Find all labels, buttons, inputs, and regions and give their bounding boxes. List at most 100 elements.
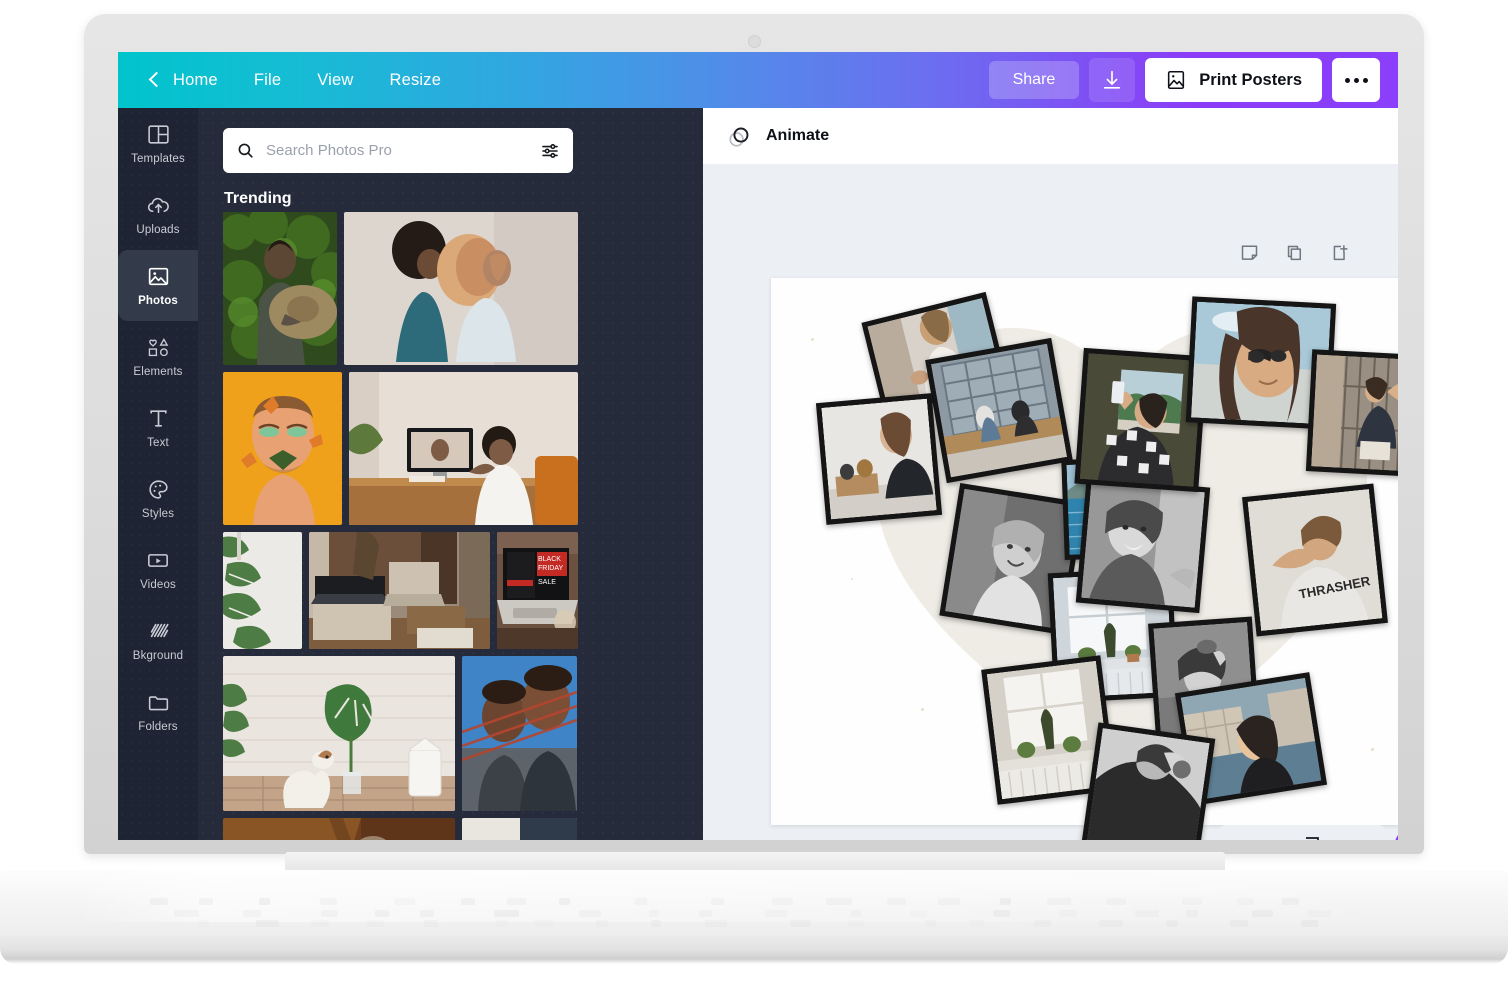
- photo-grid-row: [223, 656, 578, 811]
- sidebar-label-photos: Photos: [138, 295, 178, 307]
- canvas-tools: [1239, 242, 1350, 268]
- search-icon: [238, 143, 253, 158]
- shapes-icon: [148, 338, 168, 357]
- svg-text:BLACK: BLACK: [538, 556, 561, 563]
- animate-circles-icon: [729, 127, 749, 147]
- animate-toolbar: Animate: [703, 108, 1398, 164]
- page-stack-icon: [1305, 837, 1319, 840]
- heart-photo-collage[interactable]: THRASHER: [811, 291, 1398, 840]
- collage-photo[interactable]: [925, 337, 1073, 484]
- duplicate-page-button[interactable]: [1284, 242, 1305, 268]
- canva-editor-screen: Home File View Resize Share Print Poster…: [118, 52, 1398, 840]
- zoom-level[interactable]: 100%: [1241, 840, 1279, 841]
- menu-item-file[interactable]: File: [236, 65, 299, 96]
- photo-grid-row: [223, 212, 578, 365]
- sliders-filter-icon[interactable]: [540, 141, 560, 161]
- laptop-deck: [0, 870, 1508, 940]
- keyboard-keys: [140, 892, 1380, 930]
- sidebar-label-styles: Styles: [141, 508, 175, 520]
- sidebar-label-elements: Elements: [133, 366, 183, 378]
- collage-photo[interactable]: [1305, 349, 1398, 477]
- sidebar-label-videos: Videos: [140, 579, 176, 591]
- templates-icon: [147, 125, 169, 144]
- sidebar-label-bkground: Bkground: [132, 650, 184, 662]
- home-button[interactable]: Home: [145, 65, 236, 96]
- folder-icon: [148, 696, 168, 711]
- search-input[interactable]: [266, 142, 540, 159]
- laptop-front-edge: [0, 936, 1508, 964]
- sidebar-label-text: Text: [147, 437, 169, 449]
- download-icon: [1104, 70, 1121, 89]
- cloud-upload-icon: [147, 197, 169, 214]
- collage-photo[interactable]: [1080, 722, 1216, 840]
- photo-thumbnail[interactable]: BLACK FRIDAY SALE: [497, 532, 578, 649]
- notes-icon: [1241, 245, 1258, 260]
- top-menu-bar: Home File View Resize Share Print Poster…: [118, 52, 1398, 108]
- photo-thumbnail[interactable]: [309, 532, 490, 649]
- panel-heading: Trending: [224, 190, 292, 207]
- home-label: Home: [173, 70, 218, 89]
- top-menu-left: Home File View Resize: [118, 65, 459, 96]
- sidebar-item-folders[interactable]: Folders: [118, 676, 198, 747]
- photo-thumbnail[interactable]: [462, 818, 577, 840]
- photo-thumbnail[interactable]: [223, 532, 302, 649]
- more-options-button[interactable]: [1332, 58, 1380, 102]
- share-button[interactable]: Share: [988, 61, 1080, 99]
- top-menu-right: Share Print Posters: [988, 58, 1398, 102]
- zoom-controls: 100% 1: [1218, 825, 1386, 840]
- editor-area: Animate THRASHER: [703, 108, 1398, 840]
- collage-photo[interactable]: [815, 393, 943, 525]
- photo-thumbnail[interactable]: [223, 818, 455, 840]
- left-icon-rail: Templates Uploads Photos Elements Text S…: [118, 108, 198, 840]
- sidebar-item-templates[interactable]: Templates: [118, 108, 198, 179]
- sidebar-label-templates: Templates: [131, 153, 185, 165]
- menu-item-view[interactable]: View: [299, 65, 371, 96]
- export-page-icon: [1333, 245, 1348, 261]
- page-count-button[interactable]: 1: [1297, 835, 1325, 840]
- text-t-icon: [149, 410, 167, 427]
- expand-arrows-icon[interactable]: [1342, 838, 1363, 841]
- laptop-base: [0, 852, 1508, 964]
- photo-thumbnail[interactable]: [349, 372, 578, 525]
- menu-item-resize[interactable]: Resize: [371, 65, 459, 96]
- notes-button[interactable]: [1239, 242, 1260, 268]
- duplicate-page-icon: [1287, 245, 1302, 261]
- photo-thumbnail[interactable]: [223, 212, 337, 365]
- palette-icon: [148, 480, 168, 499]
- sidebar-item-elements[interactable]: Elements: [118, 321, 198, 392]
- design-canvas[interactable]: THRASHER: [771, 278, 1398, 840]
- photo-thumbnail[interactable]: [223, 372, 342, 525]
- laptop-mockup-scene: Home File View Resize Share Print Poster…: [0, 0, 1508, 986]
- image-placeholder-icon: [1168, 70, 1185, 90]
- search-bar[interactable]: [223, 128, 573, 173]
- sidebar-item-videos[interactable]: Videos: [118, 534, 198, 605]
- download-button[interactable]: [1089, 58, 1136, 102]
- sidebar-label-folders: Folders: [138, 721, 178, 733]
- photo-thumbnail[interactable]: [223, 656, 455, 811]
- print-posters-button[interactable]: Print Posters: [1145, 58, 1322, 102]
- print-posters-label: Print Posters: [1199, 70, 1302, 89]
- sidebar-item-photos[interactable]: Photos: [118, 250, 198, 321]
- sidebar-label-uploads: Uploads: [136, 224, 180, 236]
- svg-text:SALE: SALE: [538, 579, 556, 586]
- photo-grid-row: BLACK FRIDAY SALE: [223, 532, 578, 649]
- photo-thumbnail[interactable]: [462, 656, 577, 811]
- photo-thumbnail[interactable]: [344, 212, 578, 365]
- hatch-pattern-icon: [150, 623, 168, 638]
- video-icon: [148, 554, 168, 567]
- collage-photo[interactable]: THRASHER: [1242, 483, 1388, 637]
- photo-grid: BLACK FRIDAY SALE: [223, 212, 578, 840]
- collage-photo[interactable]: [1075, 476, 1211, 614]
- sidebar-item-text[interactable]: Text: [118, 392, 198, 463]
- export-page-button[interactable]: [1329, 242, 1350, 268]
- ellipsis-icon: [1344, 77, 1350, 83]
- svg-text:FRIDAY: FRIDAY: [538, 565, 563, 572]
- photo-grid-row: [223, 818, 578, 840]
- sidebar-item-bkground[interactable]: Bkground: [118, 605, 198, 676]
- photo-icon: [148, 267, 168, 286]
- photo-grid-row: [223, 372, 578, 525]
- sidebar-item-styles[interactable]: Styles: [118, 463, 198, 534]
- sidebar-item-uploads[interactable]: Uploads: [118, 179, 198, 250]
- chevron-left-icon: [148, 71, 165, 88]
- webcam-icon: [748, 35, 761, 48]
